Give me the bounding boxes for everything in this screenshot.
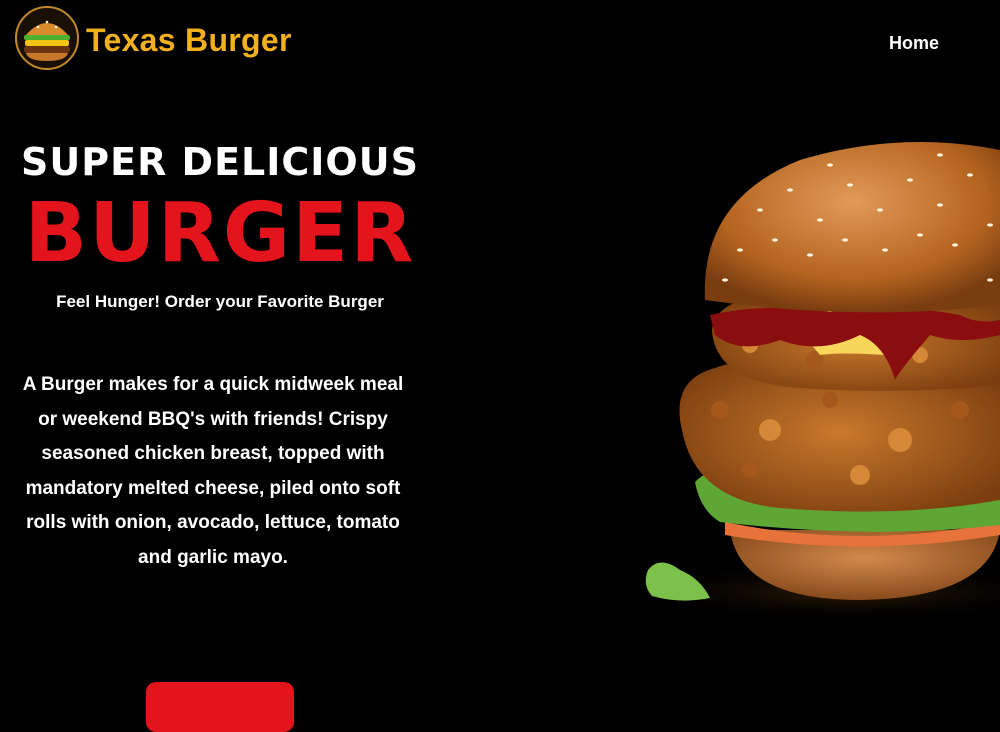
nav-home-link[interactable]: Home <box>889 33 939 54</box>
burger-logo-icon <box>15 6 79 70</box>
hero-description: A Burger makes for a quick midweek meal … <box>22 374 404 568</box>
brand-name[interactable]: Texas Burger <box>86 22 292 59</box>
hero-headline-main: BURGER <box>24 186 416 281</box>
hero-tagline: Feel Hunger! Order your Favorite Burger <box>56 292 384 311</box>
fried-chicken-burger-image <box>620 142 1000 622</box>
order-button[interactable] <box>146 682 294 732</box>
hero-headline-top: SUPER DELICIOUS <box>21 140 419 184</box>
